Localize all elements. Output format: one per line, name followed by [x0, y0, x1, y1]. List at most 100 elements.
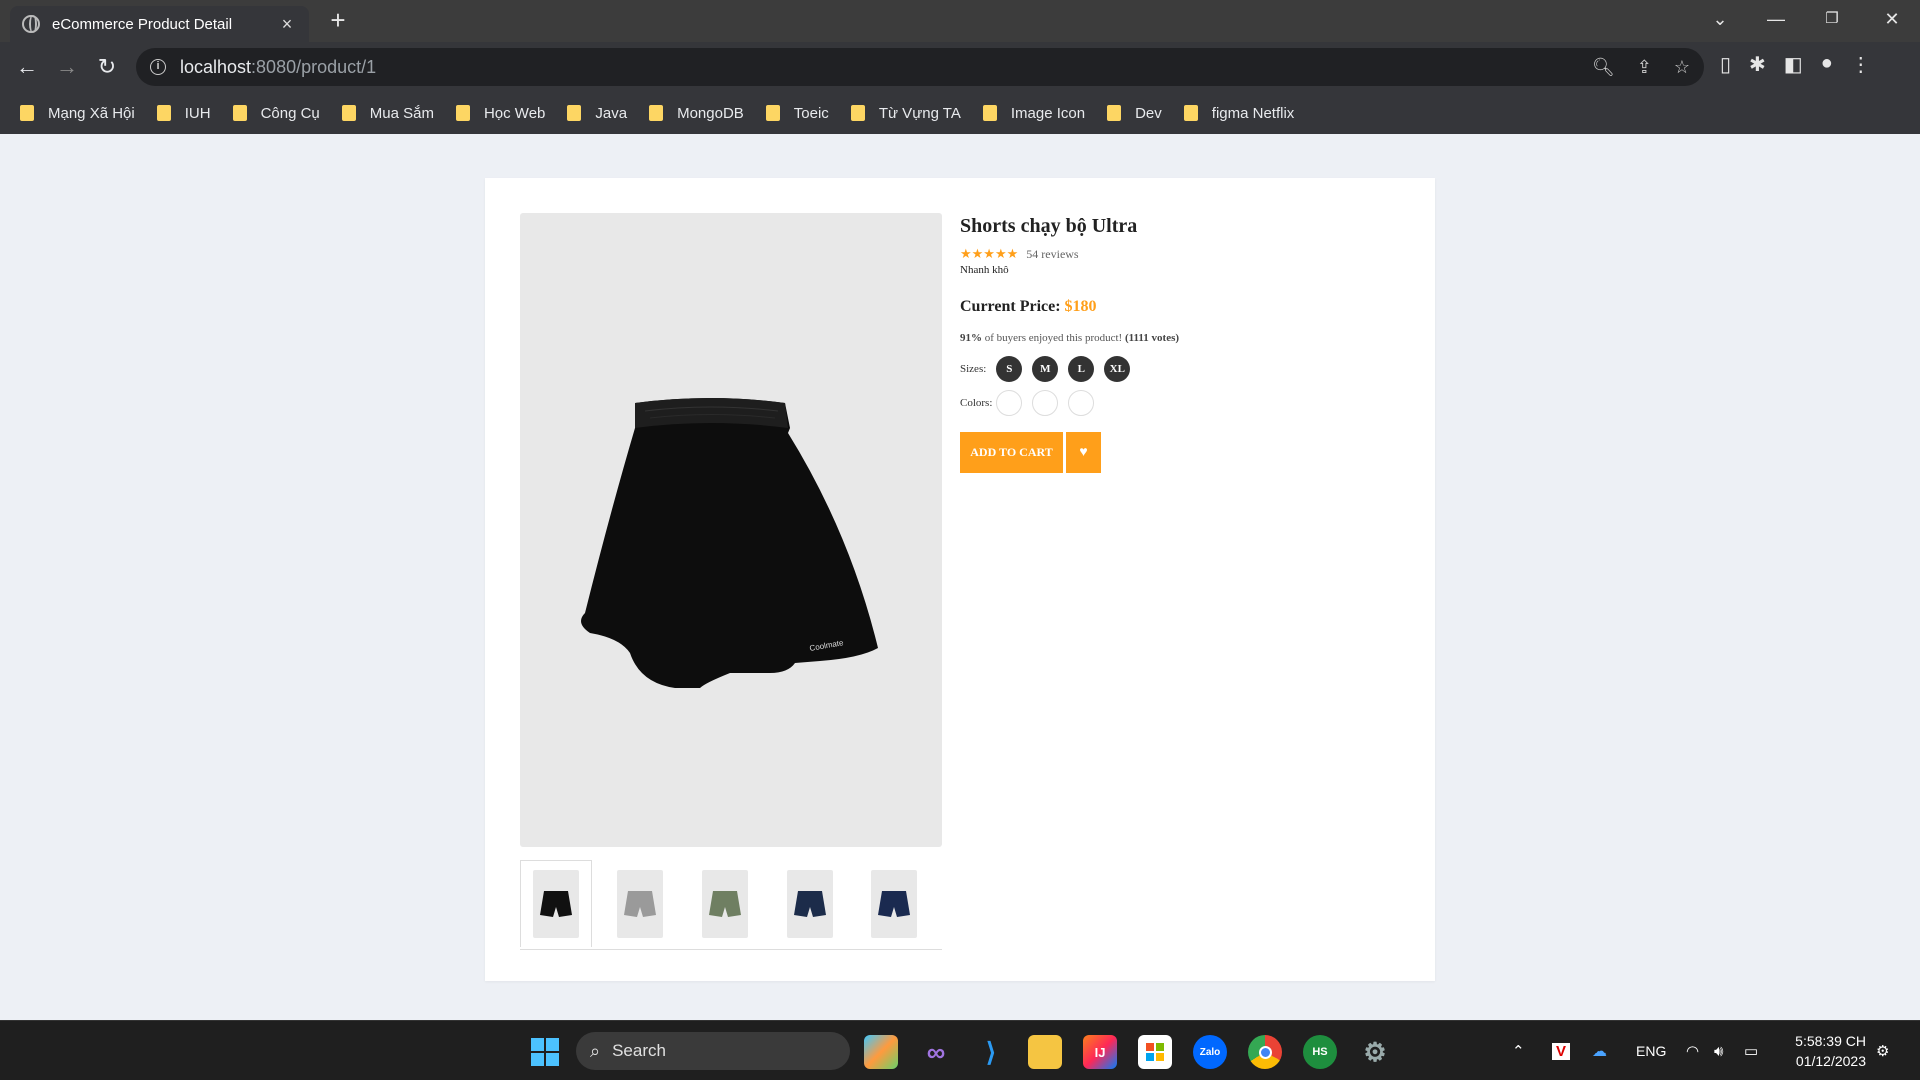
bookmark-folder[interactable]: Toeic [765, 105, 829, 122]
taskbar: ⌕ Search ∞ ⟩ IJ Zalo HS ⚙ ⌃ V ☁ ENG ◠ 🔊︎… [0, 1020, 1920, 1080]
copilot-icon[interactable] [864, 1035, 898, 1069]
share-icon[interactable]: ⇪ [1637, 57, 1652, 78]
folder-icon [850, 105, 865, 121]
intellij-icon[interactable]: IJ [1083, 1035, 1117, 1069]
vscode-icon[interactable]: ⟩ [974, 1035, 1008, 1069]
thumbnail[interactable] [858, 860, 930, 947]
add-to-cart-button[interactable]: ADD TO CART [960, 432, 1063, 473]
clock[interactable]: 5:58:39 CH 01/12/2023 [1780, 1031, 1866, 1071]
notification-icon[interactable]: ⚙ [1876, 1021, 1889, 1080]
battery-icon[interactable]: ▭ [1744, 1021, 1758, 1080]
vivaldi-icon[interactable]: V [1552, 1021, 1571, 1080]
product-title: Shorts chạy bộ Ultra [960, 215, 1138, 237]
bookmark-folder[interactable]: Học Web [455, 105, 545, 122]
bookmark-folder[interactable]: figma Netflix [1183, 105, 1294, 122]
sizes-row: Sizes: S M L XL [960, 356, 1400, 382]
product-main-image: Coolmate [520, 213, 942, 847]
color-swatch[interactable] [1068, 390, 1095, 416]
visual-studio-icon[interactable]: ∞ [919, 1035, 953, 1069]
tab-search-chevron-icon[interactable]: ⌄ [1692, 0, 1748, 38]
site-info-icon[interactable]: i [150, 59, 166, 75]
review-count[interactable]: 54 reviews [1026, 247, 1078, 262]
bookmark-folder[interactable]: Từ Vựng TA [850, 105, 961, 122]
forward-arrow-icon[interactable]: → [52, 52, 82, 82]
color-swatch[interactable] [1032, 390, 1059, 416]
vote-summary: 91% of buyers enjoyed this product! (111… [960, 332, 1400, 344]
restore-button[interactable]: ❐ [1804, 0, 1860, 38]
sizes-label: Sizes: [960, 363, 987, 375]
size-option-s[interactable]: S [996, 356, 1023, 382]
vote-percent: 91% [960, 332, 982, 344]
folder-icon [156, 105, 171, 121]
bookmark-folder[interactable]: Dev [1107, 105, 1162, 122]
bookmark-folder[interactable]: IUH [156, 105, 211, 122]
bookmark-folder[interactable]: Công Cụ [232, 105, 320, 122]
browser-toolbar: ← → ↻ i localhost:8080/product/1 🔍︎ ⇪ ☆ … [0, 42, 1920, 92]
colors-row: Colors: [960, 390, 1400, 416]
tab-active[interactable]: eCommerce Product Detail × [10, 6, 309, 42]
menu-kebab-icon[interactable]: ⋮ [1851, 52, 1871, 77]
folder-icon [232, 105, 247, 121]
search-icon: ⌕ [590, 1040, 601, 1061]
thumbnail-strip [520, 860, 942, 950]
bookmark-folder[interactable]: Image Icon [982, 105, 1085, 122]
volume-icon[interactable]: 🔊︎ [1714, 1021, 1723, 1080]
address-bar[interactable]: i localhost:8080/product/1 🔍︎ ⇪ ☆ [136, 48, 1704, 86]
thumbnail[interactable] [520, 860, 592, 947]
folder-icon [1107, 105, 1122, 121]
folder-icon [1183, 105, 1198, 121]
rating-row: ★★★★★ 54 reviews [960, 246, 1400, 262]
size-option-m[interactable]: M [1032, 356, 1059, 382]
close-window-button[interactable]: ✕ [1864, 0, 1920, 38]
profile-icon[interactable]: ● [1821, 52, 1833, 77]
bookmark-folder[interactable]: Mạng Xã Hội [20, 105, 135, 122]
language-indicator[interactable]: ENG [1636, 1021, 1666, 1080]
hs-app-icon[interactable]: HS [1303, 1035, 1337, 1069]
file-explorer-icon[interactable] [1028, 1035, 1062, 1069]
star-rating-icon: ★★★★★ [960, 246, 1019, 261]
folder-icon [455, 105, 470, 121]
color-swatch[interactable] [996, 390, 1023, 416]
bookmark-folder[interactable]: Java [567, 105, 627, 122]
zoom-icon[interactable]: 🔍︎ [1592, 57, 1615, 78]
shorts-image: Coolmate [581, 398, 878, 688]
bookmark-star-icon[interactable]: ☆ [1674, 57, 1690, 78]
folder-icon [649, 105, 664, 121]
product-feature: Nhanh khô [960, 264, 1009, 276]
price-label: Current Price: [960, 298, 1061, 315]
side-panel-icon[interactable]: ◧ [1784, 52, 1803, 77]
chrome-icon[interactable] [1248, 1035, 1282, 1069]
thumbnail[interactable] [604, 860, 676, 947]
onedrive-icon[interactable]: ☁ [1592, 1021, 1607, 1080]
microsoft-store-icon[interactable] [1138, 1035, 1172, 1069]
url-host: localhost [180, 56, 252, 77]
bookmark-folder[interactable]: Mua Sắm [341, 105, 434, 122]
price-value: $180 [1064, 298, 1097, 315]
device-icon[interactable]: ▯ [1720, 52, 1731, 77]
heart-icon[interactable]: ♥ [1066, 432, 1101, 473]
size-option-l[interactable]: L [1068, 356, 1095, 382]
tray-chevron-icon[interactable]: ⌃ [1512, 1021, 1525, 1080]
settings-gear-icon[interactable]: ⚙ [1358, 1035, 1392, 1069]
new-tab-button[interactable]: + [324, 6, 352, 34]
folder-icon [982, 105, 997, 121]
clock-time: 5:58:39 CH [1795, 1033, 1866, 1049]
colors-label: Colors: [960, 397, 993, 409]
bookmarks-bar: Mạng Xã Hội IUH Công Cụ Mua Sắm Học Web … [0, 92, 1920, 134]
price-row: Current Price: $180 [960, 298, 1400, 316]
tab-title: eCommerce Product Detail [52, 15, 233, 33]
tab-close-icon[interactable]: × [277, 14, 297, 35]
taskbar-search[interactable]: ⌕ Search [576, 1032, 850, 1070]
back-arrow-icon[interactable]: ← [12, 52, 42, 82]
thumbnail[interactable] [774, 860, 846, 947]
folder-icon [20, 105, 34, 121]
windows-start-icon[interactable] [528, 1035, 562, 1069]
zalo-icon[interactable]: Zalo [1193, 1035, 1227, 1069]
extensions-puzzle-icon[interactable]: ✱ [1749, 52, 1766, 77]
thumbnail[interactable] [689, 860, 761, 947]
bookmark-folder[interactable]: MongoDB [649, 105, 744, 122]
wifi-icon[interactable]: ◠ [1686, 1021, 1699, 1080]
minimize-button[interactable]: — [1748, 0, 1804, 38]
size-option-xl[interactable]: XL [1104, 356, 1131, 382]
reload-icon[interactable]: ↻ [92, 52, 122, 82]
